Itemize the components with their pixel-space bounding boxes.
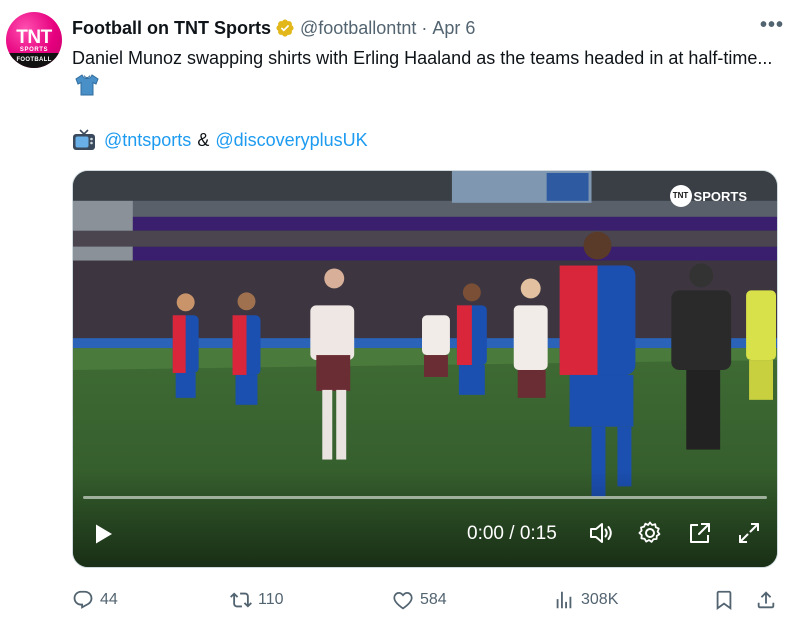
tweet-date[interactable]: Apr 6	[432, 18, 475, 39]
like-icon	[393, 591, 413, 610]
tweet-body: Daniel Munoz swapping shirts with Erling…	[72, 48, 773, 68]
pop-out-icon[interactable]	[687, 520, 713, 546]
reply-icon	[73, 590, 93, 609]
settings-gear-icon[interactable]	[637, 520, 663, 546]
tnt-logo-icon: TNT	[669, 185, 692, 207]
like-button[interactable]: 584	[392, 585, 447, 615]
tweet-action-bar: 44 110 584 308K	[72, 585, 784, 615]
tweet: TNT SPORTS FOOTBALL Football on TNT Spor…	[0, 0, 800, 635]
play-icon[interactable]	[91, 522, 115, 546]
repost-count: 110	[258, 591, 284, 608]
bookmark-button[interactable]	[713, 585, 741, 615]
volume-icon[interactable]	[588, 520, 614, 546]
verified-badge-icon[interactable]	[275, 18, 295, 38]
watermark-text: SPORTS	[693, 188, 747, 204]
avatar-logo-text: TNT	[16, 26, 52, 48]
header-separator: ·	[421, 17, 428, 38]
author-avatar[interactable]: TNT SPORTS FOOTBALL	[6, 12, 62, 68]
fullscreen-icon[interactable]	[736, 520, 762, 546]
bookmark-icon	[716, 590, 732, 611]
tweet-header: Football on TNT Sports @footballontnt · …	[72, 15, 475, 41]
reply-button[interactable]: 44	[72, 585, 118, 615]
video-controls: 0:00 / 0:15	[73, 497, 777, 567]
views-button[interactable]: 308K	[553, 585, 618, 615]
mention-tntsports[interactable]: @tntsports	[104, 128, 191, 152]
like-count: 584	[420, 591, 447, 608]
views-count: 308K	[581, 591, 619, 608]
avatar-logo-band: FOOTBALL	[6, 53, 62, 68]
author-handle[interactable]: @footballontnt	[300, 18, 416, 39]
tnt-sports-watermark: TNT SPORTS	[669, 185, 747, 207]
repost-button[interactable]: 110	[230, 585, 284, 615]
tweet-text: Daniel Munoz swapping shirts with Erling…	[72, 44, 784, 100]
more-options-icon[interactable]: •••	[760, 14, 784, 37]
mention-separator: &	[197, 130, 210, 150]
t-shirt-icon	[74, 74, 100, 96]
share-button[interactable]	[755, 585, 783, 615]
video-player[interactable]: TNT SPORTS 0:00 / 0:15	[72, 170, 778, 568]
tweet-mentions: @tntsports & @discoveryplusUK	[72, 128, 368, 152]
television-icon	[72, 129, 96, 151]
mention-discoveryplusuk[interactable]: @discoveryplusUK	[215, 128, 367, 152]
video-time: 0:00 / 0:15	[467, 523, 557, 544]
author-display-name[interactable]: Football on TNT Sports	[72, 18, 271, 39]
reply-count: 44	[100, 591, 118, 608]
repost-icon	[230, 592, 252, 608]
views-icon	[556, 591, 572, 609]
share-icon	[757, 591, 775, 609]
